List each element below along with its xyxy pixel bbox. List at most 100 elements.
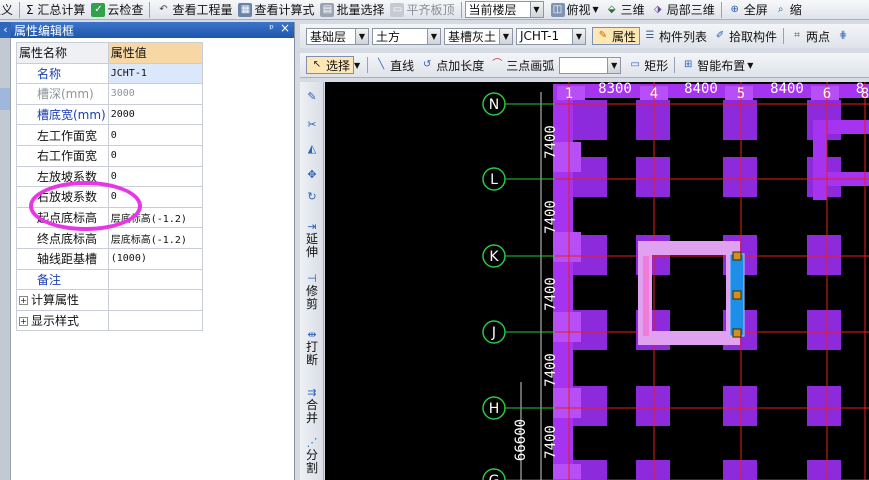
toolbar-batch-select-button[interactable]: ▤ 批量选择	[317, 1, 387, 19]
property-value[interactable]: JCHT-1	[107, 62, 203, 85]
property-value[interactable]: 0	[107, 165, 203, 188]
property-row[interactable]: 轴线距基槽 (1000)	[16, 247, 203, 270]
edge-column	[553, 232, 581, 262]
property-value[interactable]: 3000	[107, 83, 203, 105]
column	[807, 310, 841, 350]
left-dock-strip	[0, 22, 11, 480]
main-toolbar: 定义 Σ 汇总计算 ✓云检查 ↶查看工程量 ▦查看计算式 ▤批量选择 ▭平齐板顶…	[0, 0, 869, 20]
category-select[interactable]: 土方 ▼	[372, 27, 441, 45]
edge-column	[553, 312, 581, 342]
view-formula-icon: ▦	[238, 2, 253, 17]
frame-beam	[813, 120, 827, 200]
toolbar-view-formula-button[interactable]: ▦ 查看计算式	[235, 1, 317, 19]
merge-tool-button[interactable]: ⇉ 合并	[300, 386, 324, 425]
row-axis-label: N	[489, 97, 499, 113]
property-row[interactable]: 右工作面宽 0	[16, 144, 203, 167]
toolbar-separator	[19, 1, 21, 18]
toolbar-top-view-button[interactable]: ◫ 俯视 ▼	[548, 1, 602, 19]
property-value[interactable]: 0	[107, 186, 203, 208]
property-value[interactable]: 2000	[107, 103, 203, 126]
select-button[interactable]: ↖ 选择	[306, 56, 355, 74]
toolbar-separator	[460, 1, 462, 18]
property-name: 起点底标高	[16, 206, 109, 229]
split-tool-button[interactable]: ⋰ 分割	[300, 436, 324, 475]
layer-select[interactable]: 基础层 ▼	[306, 27, 369, 45]
toolbar-cloud-check-button[interactable]: ✓ 云检查	[88, 1, 146, 19]
property-group-row[interactable]: + 显示样式	[16, 309, 203, 332]
rotate-icon: ↻	[307, 190, 317, 203]
toolbar-align-slab-button[interactable]: ▭ 平齐板顶	[387, 1, 457, 19]
property-value[interactable]: 0	[107, 124, 203, 146]
expand-plus-icon[interactable]: +	[19, 296, 28, 306]
property-row[interactable]: 左放坡系数 0	[16, 165, 203, 188]
break-tool-button[interactable]: ⇹ 打断	[300, 328, 324, 367]
toolbar-view-quantity-button[interactable]: ↶ 查看工程量	[153, 1, 235, 19]
property-value[interactable]: 层底标高(-1.2)	[107, 206, 203, 229]
toolbar-define-button[interactable]: 定义	[0, 1, 16, 19]
property-group-row[interactable]: + 计算属性	[16, 289, 203, 311]
collapse-icon[interactable]: ‹	[0, 22, 11, 38]
mirror-icon: ◭	[307, 142, 317, 155]
move-tool-button[interactable]: ✥	[300, 168, 324, 181]
chevron-down-icon: ▼	[529, 2, 543, 17]
arc-mode-select[interactable]: ▼	[559, 56, 622, 74]
toolbar-separator	[149, 1, 151, 18]
chevron-down-icon[interactable]: ▼	[354, 61, 360, 70]
type-select[interactable]: 基槽灰土 ▼	[444, 27, 513, 45]
property-value[interactable]: 层底标高(-1.2)	[107, 227, 203, 249]
property-row[interactable]: 终点底标高 层底标高(-1.2)	[16, 227, 203, 249]
property-value[interactable]	[107, 268, 203, 291]
component-select[interactable]: JCHT-1 ▼	[516, 27, 586, 45]
property-row[interactable]: 名称 JCHT-1	[16, 62, 203, 85]
property-toggle-button[interactable]: ✎ 属性	[592, 27, 641, 45]
property-row[interactable]: 起点底标高 层底标高(-1.2)	[16, 206, 203, 229]
three-point-arc-button[interactable]: ⌒ 三点画弧	[487, 56, 557, 74]
top-axis-label: 6	[823, 86, 831, 102]
cad-drawing[interactable]: 145688300840084008NLKJHG7400740074007400…	[325, 82, 869, 480]
toolbar-sum-button[interactable]: Σ 汇总计算	[23, 1, 88, 19]
property-panel-title: 属性编辑框	[14, 23, 75, 38]
line-button[interactable]: ╲ 直线	[371, 56, 417, 74]
pin-icon[interactable]: ᵖ	[269, 22, 274, 35]
chevron-down-icon: ▼	[572, 28, 585, 44]
row-dimension-label: 7400	[543, 200, 559, 234]
point-add-length-button[interactable]: ↺ 点加长度	[417, 56, 487, 74]
rotate-tool-button[interactable]: ↻	[300, 190, 324, 203]
mirror-tool-button[interactable]: ◭	[300, 142, 324, 155]
property-row[interactable]: 槽深(mm) 3000	[16, 83, 203, 105]
pick-component-button[interactable]: ✐ 拾取构件	[710, 27, 780, 45]
toolbar-zoom-button[interactable]: ⌕ 缩	[771, 1, 805, 19]
close-icon[interactable]: ×	[280, 21, 290, 35]
top-dimension-label: 8400	[770, 82, 804, 97]
toolbar-local-3d-button[interactable]: ⬗ 局部三维	[648, 1, 718, 19]
property-row[interactable]: 备注	[16, 268, 203, 291]
property-row[interactable]: 槽底宽(mm) 2000	[16, 103, 203, 126]
edge-column	[553, 388, 581, 418]
property-value[interactable]: 0	[107, 144, 203, 167]
trim-tool-button[interactable]: ⊣ 修剪	[300, 272, 324, 311]
toolbar-separator	[367, 57, 369, 73]
property-row[interactable]: 右放坡系数 0	[16, 186, 203, 208]
more-grid-button[interactable]: ⋕	[833, 27, 855, 45]
property-group[interactable]: + 显示样式	[16, 309, 109, 332]
scissors-tool-button[interactable]: ✂	[300, 118, 324, 131]
drawing-canvas[interactable]: 145688300840084008NLKJHG7400740074007400…	[325, 82, 869, 480]
two-points-button[interactable]: ⌗ 两点	[787, 27, 833, 45]
brush-tool-button[interactable]: ✎	[300, 90, 324, 103]
column	[636, 460, 670, 480]
extend-tool-button[interactable]: ⇥ 延伸	[300, 220, 324, 259]
floor-select[interactable]: 当前楼层 ▼	[464, 1, 544, 18]
property-name: 备注	[16, 268, 109, 291]
property-group[interactable]: + 计算属性	[16, 289, 109, 311]
property-value[interactable]: (1000)	[107, 247, 203, 270]
expand-plus-icon[interactable]: +	[19, 317, 28, 327]
rectangle-button[interactable]: ▭ 矩形	[625, 56, 671, 74]
row-dimension-label: 7400	[543, 425, 559, 459]
fullscreen-icon: ⊕	[730, 3, 739, 15]
smart-layout-button[interactable]: ⊞ 智能布置 ▼	[678, 56, 756, 74]
toolbar-3d-button[interactable]: ⬙ 三维	[602, 1, 648, 19]
property-row[interactable]: 左工作面宽 0	[16, 124, 203, 146]
toolbar-fullscreen-button[interactable]: ⊕ 全屏	[725, 1, 771, 19]
component-list-button[interactable]: ☰ 构件列表	[640, 27, 710, 45]
list-icon: ☰	[645, 30, 655, 41]
